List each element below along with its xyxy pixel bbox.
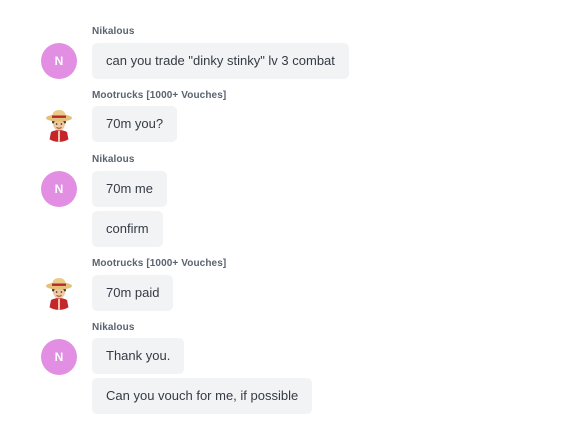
message-bubble: confirm xyxy=(92,211,163,247)
straw-hat-pirate-icon xyxy=(41,106,77,142)
message-bubble: can you trade "dinky stinky" lv 3 combat xyxy=(92,43,349,79)
message-bubble: 70m me xyxy=(92,171,167,207)
avatar[interactable]: N xyxy=(41,339,77,375)
message-bubble: 70m paid xyxy=(92,275,174,311)
sender-name[interactable]: Nikalous xyxy=(92,322,134,333)
message-bubble: 70m you? xyxy=(92,106,178,142)
straw-hat-pirate-icon xyxy=(41,274,77,310)
sender-name[interactable]: Nikalous xyxy=(92,154,134,165)
avatar[interactable]: N xyxy=(41,43,77,79)
avatar[interactable] xyxy=(41,274,77,310)
message-bubble: Thank you. xyxy=(92,338,185,374)
sender-name[interactable]: Nikalous xyxy=(92,26,134,37)
avatar[interactable] xyxy=(41,106,77,142)
sender-name[interactable]: Mootrucks [1000+ Vouches] xyxy=(92,90,226,101)
sender-name[interactable]: Mootrucks [1000+ Vouches] xyxy=(92,258,226,269)
message-bubble: Can you vouch for me, if possible xyxy=(92,378,313,414)
avatar[interactable]: N xyxy=(41,171,77,207)
chat-transcript: Nikalous N can you trade "dinky stinky" … xyxy=(0,0,563,425)
